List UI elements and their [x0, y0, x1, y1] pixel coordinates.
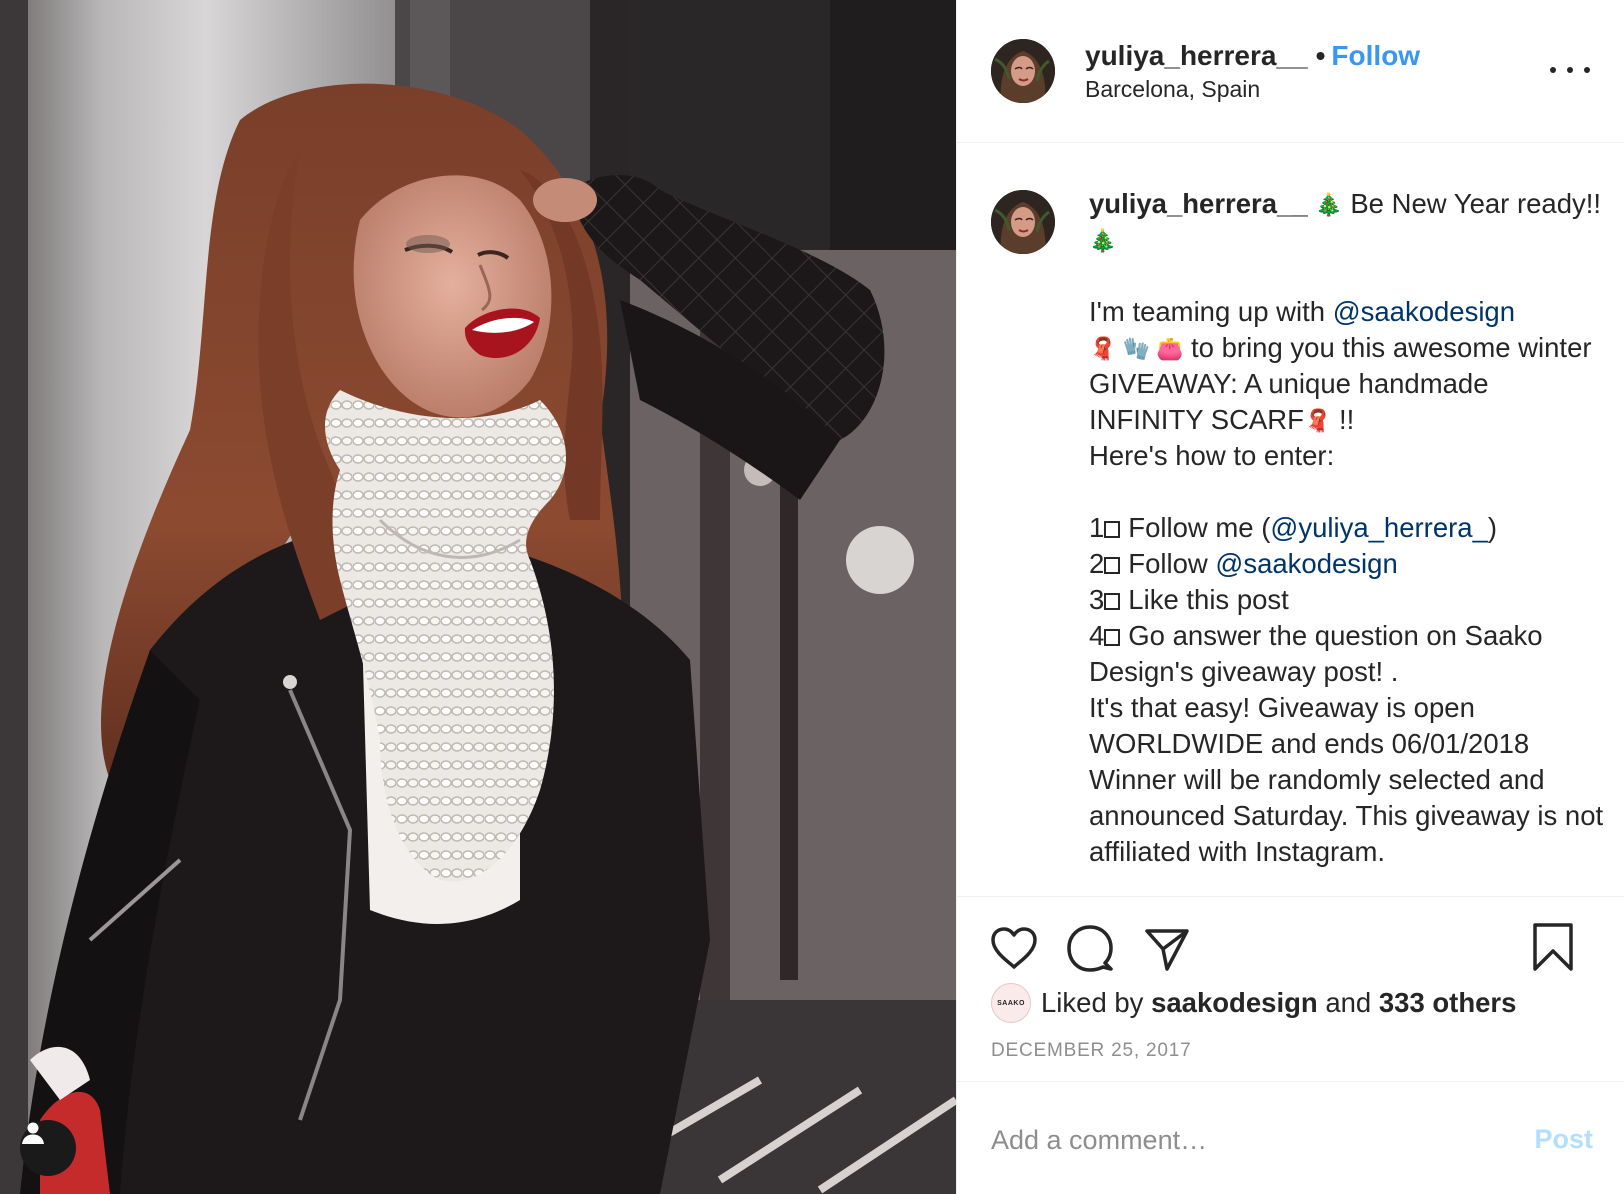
post-actions: SAAKO Liked by saakodesign and 333 other… [957, 897, 1624, 1082]
step-text: Follow [1128, 548, 1216, 579]
post-comment-button[interactable]: Post [1534, 1124, 1593, 1155]
heart-icon[interactable] [989, 925, 1039, 971]
caption-line-1: yuliya_herrera__ 🎄 Be New Year ready!! 🎄 [1089, 186, 1609, 258]
post-image [0, 0, 956, 1194]
intro-end: !! [1338, 404, 1355, 435]
scarf-glove-purse-emojis: 🧣 🧤 👛 [1089, 336, 1184, 361]
keycap-box-icon [1104, 557, 1121, 574]
scarf-emoji: 🧣 [1303, 408, 1332, 433]
instagram-post: yuliya_herrera__ • Follow Barcelona, Spain [0, 0, 1624, 1194]
caption-text: yuliya_herrera__ 🎄 Be New Year ready!! 🎄… [1089, 186, 1609, 870]
how-to-enter: Here's how to enter: [1089, 440, 1335, 471]
comment-box: Post [957, 1082, 1624, 1194]
caption-intro: I'm teaming up with @saakodesign 🧣 🧤 👛 t… [1089, 294, 1609, 438]
more-dot [1550, 67, 1556, 73]
post-location[interactable]: Barcelona, Spain [1085, 76, 1260, 103]
christmas-tree-emoji: 🎄 [1315, 192, 1343, 217]
separator-dot: • [1315, 40, 1326, 71]
step-4: 4 Go answer the question on Saako Design'… [1089, 618, 1609, 690]
author-username[interactable]: yuliya_herrera__ [1085, 40, 1308, 71]
more-dot [1584, 67, 1590, 73]
comment-icon[interactable] [1065, 923, 1115, 973]
comment-input[interactable] [991, 1120, 1491, 1160]
keycap-box-icon [1104, 593, 1121, 610]
mention-saakodesign[interactable]: @saakodesign [1215, 548, 1397, 579]
step-1: 1 Follow me (@yuliya_herrera_) [1089, 510, 1609, 546]
caption-gap [1089, 474, 1609, 510]
step-text: Like this post [1128, 584, 1289, 615]
step-number: 3 [1089, 584, 1105, 615]
mention-saakodesign[interactable]: @saakodesign [1333, 296, 1515, 327]
post-date[interactable]: DECEMBER 25, 2017 [991, 1040, 1192, 1062]
step-text: Follow me ( [1128, 512, 1271, 543]
more-options-icon[interactable] [1550, 60, 1590, 80]
caption-username[interactable]: yuliya_herrera__ [1089, 188, 1308, 219]
caption-headline: Be New Year ready!! [1350, 188, 1602, 219]
user-tag-icon [22, 1122, 44, 1144]
post-side-panel: yuliya_herrera__ • Follow Barcelona, Spain [956, 0, 1624, 1194]
keycap-box-icon [1104, 629, 1121, 646]
step-suffix: ) [1487, 512, 1498, 543]
step-3: 3 Like this post [1089, 582, 1609, 618]
avatar-image [991, 190, 1055, 254]
keycap-box-icon [1104, 521, 1121, 538]
author-avatar[interactable] [991, 39, 1055, 103]
mention-yuliya-herrera[interactable]: @yuliya_herrera_ [1270, 512, 1487, 543]
likes-summary: SAAKO Liked by saakodesign and 333 other… [991, 983, 1516, 1023]
christmas-tree-emoji: 🎄 [1089, 228, 1117, 253]
caption-author-avatar[interactable] [991, 190, 1055, 254]
tag-people-button[interactable] [20, 1120, 76, 1176]
step-number: 4 [1089, 620, 1105, 651]
intro-text: I'm teaming up with [1089, 296, 1326, 327]
step-number: 2 [1089, 548, 1105, 579]
liked-by-prefix: Liked by [1041, 987, 1144, 1018]
share-icon[interactable] [1143, 925, 1191, 971]
post-photo[interactable] [0, 0, 956, 1194]
liked-by-user[interactable]: saakodesign [1151, 987, 1318, 1019]
post-caption: yuliya_herrera__ 🎄 Be New Year ready!! 🎄… [957, 143, 1624, 897]
post-header: yuliya_herrera__ • Follow Barcelona, Spain [957, 0, 1624, 143]
author-line: yuliya_herrera__ • Follow [1085, 40, 1420, 72]
caption-outro: It's that easy! Giveaway is open WORLDWI… [1089, 692, 1604, 867]
liked-by-others[interactable]: 333 others [1379, 987, 1517, 1019]
step-2: 2 Follow @saakodesign [1089, 546, 1609, 582]
avatar-image [991, 39, 1055, 103]
bookmark-icon[interactable] [1531, 921, 1575, 973]
step-number: 1 [1089, 512, 1105, 543]
step-text: Go answer the question on Saako Design's… [1089, 620, 1543, 687]
more-dot [1567, 67, 1573, 73]
liker-avatar[interactable]: SAAKO [991, 983, 1031, 1023]
follow-button[interactable]: Follow [1331, 40, 1420, 71]
liked-by-and: and [1325, 987, 1372, 1018]
caption-gap [1089, 258, 1609, 294]
